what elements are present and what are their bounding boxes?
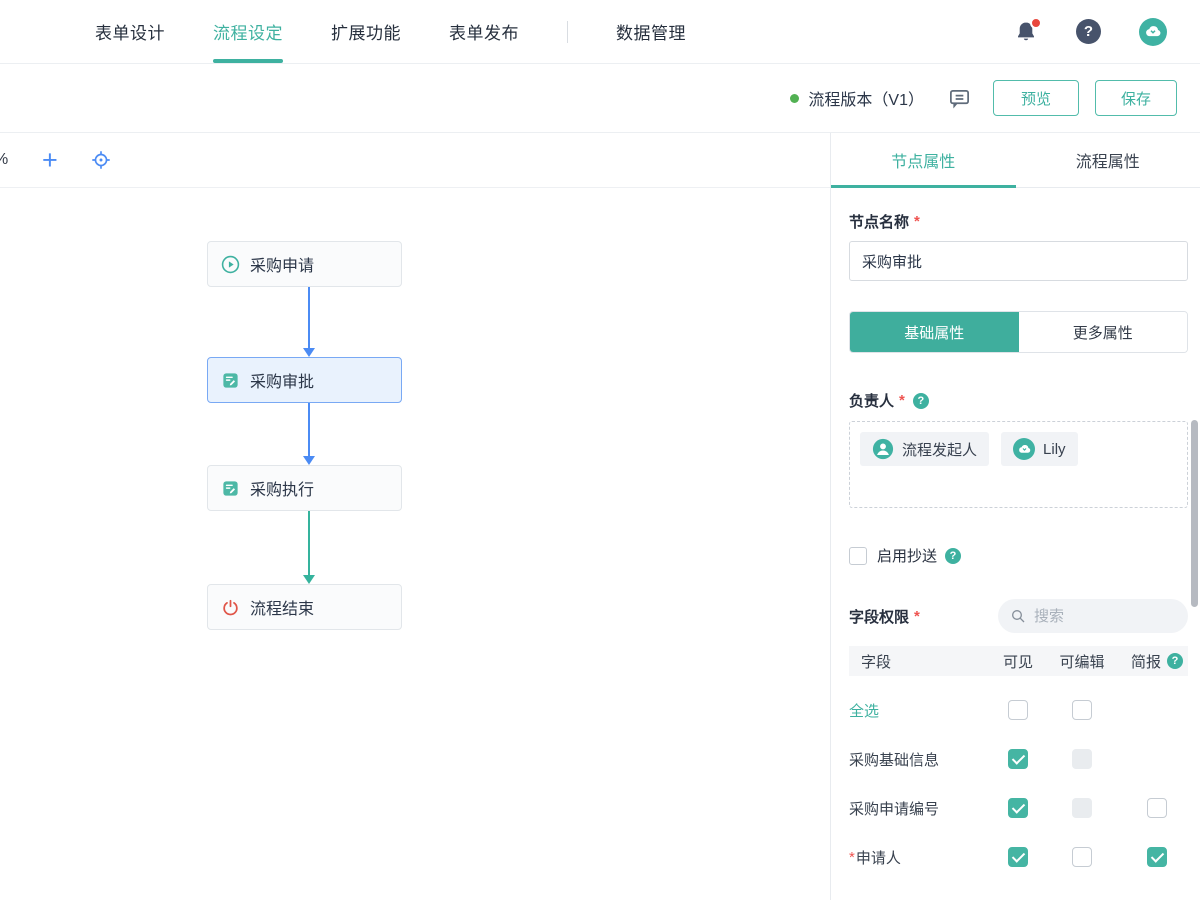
editable-checkbox[interactable] xyxy=(1072,847,1092,867)
canvas-toolbar: % + xyxy=(0,133,830,188)
owner-help-icon[interactable]: ? xyxy=(912,392,929,409)
panel-tabs: 节点属性 流程属性 xyxy=(831,133,1200,188)
help-icon[interactable]: ? xyxy=(1076,19,1101,44)
field-name: 采购基础信息 xyxy=(849,751,940,769)
visible-checkbox[interactable] xyxy=(1008,700,1028,720)
col-field: 字段 xyxy=(861,653,892,671)
zoom-in-icon[interactable]: + xyxy=(42,147,58,174)
power-icon xyxy=(221,598,240,617)
required-asterisk: * xyxy=(899,392,905,409)
properties-panel: 节点属性 流程属性 节点名称 * 基础属性 更多属性 负责人 * ? xyxy=(830,133,1200,900)
notification-bell-icon[interactable] xyxy=(1014,16,1042,44)
tab-flow-settings[interactable]: 流程设定 xyxy=(213,0,283,63)
report-help-icon[interactable]: ? xyxy=(1167,653,1183,669)
owner-tag-lily[interactable]: Lily xyxy=(1001,432,1078,466)
version-toolbar: 流程版本（V1） 预览 保存 xyxy=(0,64,1200,133)
visible-checkbox[interactable] xyxy=(1008,847,1028,867)
owner-tag-label: Lily xyxy=(1043,440,1066,458)
owner-tag-label: 流程发起人 xyxy=(902,441,978,459)
version-status-dot xyxy=(790,93,800,103)
approval-icon xyxy=(221,371,240,390)
top-nav-bar: 表单设计 流程设定 扩展功能 表单发布 数据管理 ? xyxy=(0,0,1200,64)
report-checkbox[interactable] xyxy=(1147,847,1167,867)
cc-help-icon[interactable]: ? xyxy=(945,547,962,564)
flow-arrow xyxy=(303,287,315,357)
owner-tag-initiator[interactable]: 流程发起人 xyxy=(860,432,990,466)
node-label: 采购审批 xyxy=(250,374,315,391)
field-search-input[interactable] xyxy=(1034,607,1154,625)
tab-basic-properties[interactable]: 基础属性 xyxy=(850,312,1019,352)
node-label: 采购执行 xyxy=(250,482,315,499)
approval-icon xyxy=(221,479,240,498)
nav-divider xyxy=(567,20,568,43)
owner-label: 负责人 * ? xyxy=(849,390,1188,411)
node-purchase-approval[interactable]: 采购审批 xyxy=(207,357,402,403)
enable-cc-label: 启用抄送 xyxy=(877,548,938,565)
visible-checkbox[interactable] xyxy=(1008,798,1028,818)
tab-flow-properties[interactable]: 流程属性 xyxy=(1016,133,1200,187)
play-circle-icon xyxy=(221,255,240,274)
editable-checkbox xyxy=(1072,798,1092,818)
node-purchase-request[interactable]: 采购申请 xyxy=(207,241,402,287)
field-name: 采购申请编号 xyxy=(849,800,940,818)
preview-button[interactable]: 预览 xyxy=(993,80,1079,116)
required-asterisk: * xyxy=(914,213,920,230)
flow-canvas: % + 采购申请 xyxy=(0,133,830,900)
cloud-logo-icon xyxy=(1146,25,1161,36)
required-asterisk: * xyxy=(914,607,920,625)
col-editable: 可编辑 xyxy=(1059,653,1105,671)
panel-scrollbar[interactable] xyxy=(1191,420,1198,607)
tab-node-properties[interactable]: 节点属性 xyxy=(831,133,1016,188)
editable-checkbox[interactable] xyxy=(1072,700,1092,720)
table-row: * 申请人 xyxy=(849,842,1188,872)
notification-dot xyxy=(1030,16,1042,29)
flow-arrow xyxy=(303,403,315,465)
table-row-select-all: 全选 xyxy=(849,695,1188,725)
property-mode-switch: 基础属性 更多属性 xyxy=(849,311,1188,353)
version-label: 流程版本（V1） xyxy=(808,92,924,109)
visible-checkbox[interactable] xyxy=(1008,749,1028,769)
editable-checkbox xyxy=(1072,749,1092,769)
table-row: 采购基础信息 xyxy=(849,744,1188,774)
tab-form-publish[interactable]: 表单发布 xyxy=(449,0,519,63)
flow-diagram: 采购申请 采购审批 采购执行 流程结束 xyxy=(0,188,830,900)
locate-icon[interactable] xyxy=(90,149,112,171)
table-row: 采购申请编号 xyxy=(849,793,1188,823)
col-report: 简报 ? xyxy=(1126,651,1188,672)
field-name: * 申请人 xyxy=(849,848,901,867)
tab-more-properties[interactable]: 更多属性 xyxy=(1018,312,1187,352)
avatar[interactable] xyxy=(1139,17,1167,46)
user-icon xyxy=(872,438,894,460)
node-flow-end[interactable]: 流程结束 xyxy=(207,584,402,630)
node-name-label: 节点名称 * xyxy=(849,213,920,231)
col-visible: 可见 xyxy=(1002,653,1033,671)
save-button[interactable]: 保存 xyxy=(1095,80,1177,116)
top-nav: 表单设计 流程设定 扩展功能 表单发布 数据管理 xyxy=(95,0,686,63)
report-checkbox[interactable] xyxy=(1147,798,1167,818)
search-icon xyxy=(1012,610,1025,623)
flow-arrow xyxy=(303,511,315,584)
node-purchase-execution[interactable]: 采购执行 xyxy=(207,465,402,511)
field-search-box[interactable] xyxy=(998,599,1188,633)
field-table-header: 字段 可见 可编辑 简报 ? xyxy=(849,646,1188,676)
owner-select-area[interactable]: 流程发起人 Lily xyxy=(849,421,1188,508)
enable-cc-row: 启用抄送 ? xyxy=(849,545,1188,566)
tab-form-design[interactable]: 表单设计 xyxy=(95,0,165,63)
select-all-link[interactable]: 全选 xyxy=(849,700,879,721)
node-name-input[interactable] xyxy=(849,241,1188,281)
field-permission-label: 字段权限 * xyxy=(849,607,920,626)
user-avatar xyxy=(1013,438,1036,460)
node-label: 流程结束 xyxy=(250,601,315,618)
zoom-level: % xyxy=(0,151,16,169)
required-asterisk: * xyxy=(849,848,855,866)
tab-extensions[interactable]: 扩展功能 xyxy=(331,0,401,63)
enable-cc-checkbox[interactable] xyxy=(849,546,867,565)
tab-data-management[interactable]: 数据管理 xyxy=(616,0,686,63)
comment-icon[interactable] xyxy=(948,87,971,110)
node-label: 采购申请 xyxy=(250,258,315,275)
